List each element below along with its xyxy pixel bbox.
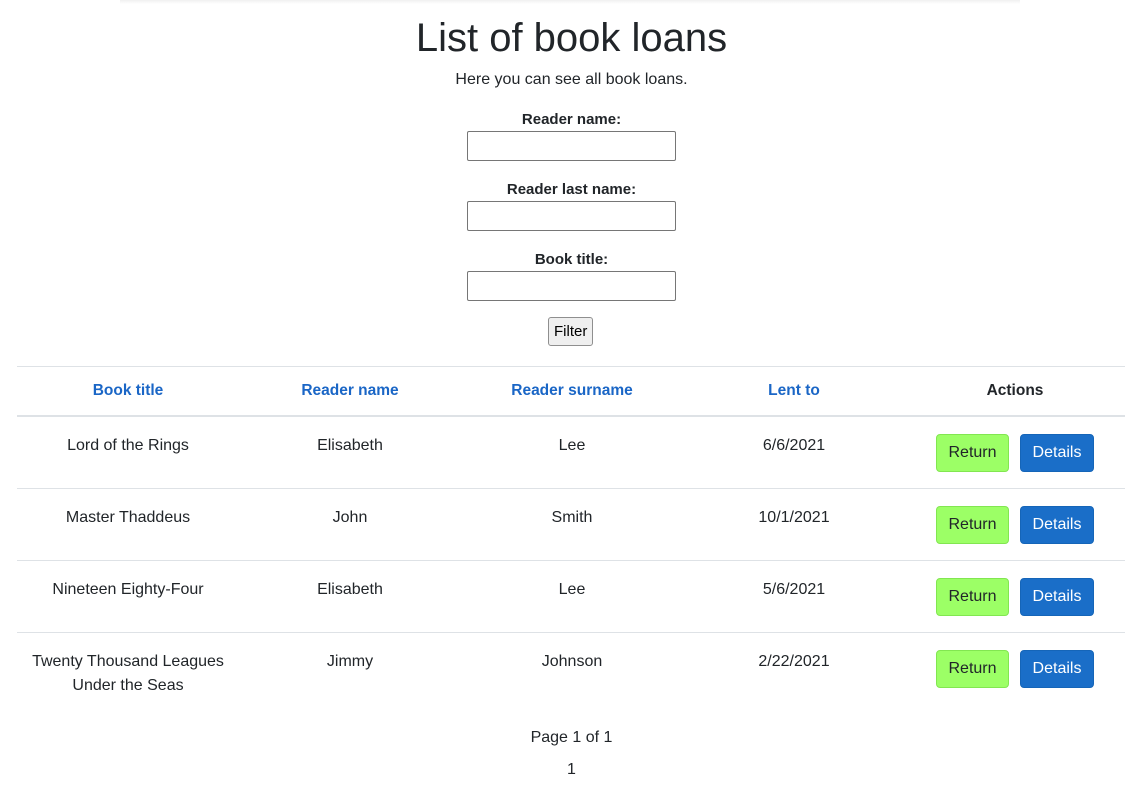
column-header-book-title[interactable]: Book title [17, 366, 239, 417]
cell-actions: Return Details [905, 488, 1125, 561]
details-button[interactable]: Details [1020, 649, 1094, 688]
reader-name-filter: Reader name: [467, 111, 676, 161]
cell-lent-to: 10/1/2021 [683, 488, 905, 561]
cell-lent-to: 2/22/2021 [758, 652, 830, 670]
table-row: Nineteen Eighty-Four Elisabeth Lee 5/6/2… [17, 560, 1125, 633]
cell-reader-name: Elisabeth [239, 416, 461, 489]
cell-lent-to: 5/6/2021 [683, 560, 905, 633]
cell-book-title: Lord of the Rings [17, 416, 239, 489]
cell-book-title: Master Thaddeus [17, 488, 239, 561]
return-button[interactable]: Return [936, 505, 1009, 544]
column-header-lent-to[interactable]: Lent to [683, 366, 905, 417]
filter-button[interactable]: Filter [548, 317, 594, 346]
page-title: List of book loans [415, 16, 728, 60]
cell-actions: Return Details [905, 416, 1125, 489]
details-button[interactable]: Details [1020, 577, 1094, 616]
details-button[interactable]: Details [1020, 505, 1094, 544]
cell-reader-name: John [239, 488, 461, 561]
reader-last-name-filter: Reader last name: [467, 181, 676, 231]
book-title-label: Book title: [534, 251, 609, 268]
reader-last-name-label: Reader last name: [506, 181, 637, 198]
table-row: Twenty Thousand Leagues Under the Seas J… [17, 632, 1125, 704]
reader-last-name-input[interactable] [467, 201, 676, 231]
pagination-summary: Page 1 of 1 [530, 729, 613, 746]
navbar-shadow [120, 0, 1020, 4]
return-button[interactable]: Return [936, 577, 1009, 616]
pagination-page-link[interactable]: 1 [0, 759, 1126, 781]
book-title-input[interactable] [467, 271, 676, 301]
return-button[interactable]: Return [936, 649, 1009, 688]
return-button[interactable]: Return [936, 434, 1009, 472]
cell-reader-name: Elisabeth [239, 560, 461, 633]
cell-reader-name: Jimmy [326, 652, 374, 670]
table-header-row: Book title Reader name Reader surname Le… [17, 366, 1125, 417]
reader-name-label: Reader name: [521, 111, 622, 128]
cell-actions: Return Details [905, 560, 1125, 633]
table-row: Lord of the Rings Elisabeth Lee 6/6/2021… [17, 416, 1125, 489]
book-title-filter: Book title: [467, 251, 676, 301]
cell-actions: Return Details [905, 632, 1125, 704]
cell-reader-surname: Lee [461, 560, 683, 633]
column-header-reader-surname[interactable]: Reader surname [461, 366, 683, 417]
details-button[interactable]: Details [1020, 434, 1094, 472]
cell-reader-surname: Johnson [541, 652, 603, 670]
loans-table: Book title Reader name Reader surname Le… [17, 366, 1125, 704]
cell-book-title: Twenty Thousand Leagues Under the Seas [32, 652, 224, 694]
cell-reader-surname: Lee [461, 416, 683, 489]
cell-reader-surname: Smith [461, 488, 683, 561]
column-header-reader-name[interactable]: Reader name [239, 366, 461, 417]
page: List of book loans Here you can see all … [0, 0, 1126, 790]
column-header-actions: Actions [905, 366, 1125, 417]
cell-lent-to: 6/6/2021 [683, 416, 905, 489]
page-subtitle: Here you can see all book loans. [455, 71, 688, 88]
cell-book-title: Nineteen Eighty-Four [17, 560, 239, 633]
reader-name-input[interactable] [467, 131, 676, 161]
table-row: Master Thaddeus John Smith 10/1/2021 Ret… [17, 488, 1125, 561]
